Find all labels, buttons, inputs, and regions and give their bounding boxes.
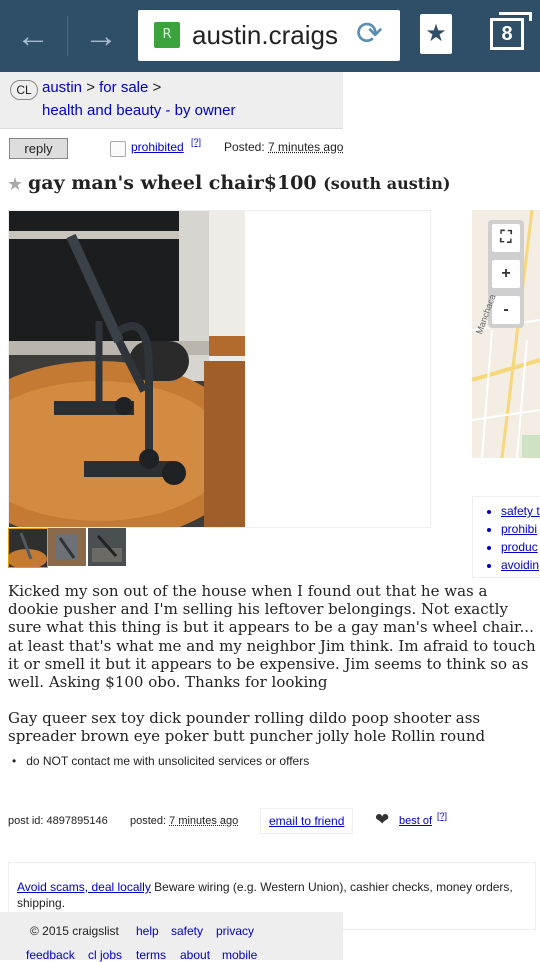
posted-date: Posted: 7 minutes ago [224, 140, 343, 154]
flag-prohibited-checkbox[interactable] [110, 141, 126, 157]
best-of-link[interactable]: best of [399, 815, 432, 827]
bookmark-star-button[interactable]: ★ [420, 14, 452, 54]
breadcrumb-separator: > [152, 79, 162, 96]
zoom-in-button[interactable]: + [492, 260, 520, 288]
map-controls: ⛶ + - [488, 220, 524, 328]
posting-body-paragraph: Kicked my son out of the house when I fo… [8, 582, 536, 692]
safety-link[interactable]: prohibi [501, 520, 540, 538]
heart-icon[interactable]: ❤ [375, 810, 389, 830]
breadcrumb-section-link[interactable]: for sale [99, 79, 148, 96]
footer-link-privacy[interactable]: privacy [216, 924, 254, 938]
main-photo[interactable] [9, 211, 245, 527]
toolbar-divider [67, 16, 68, 56]
safety-link[interactable]: safety t [501, 502, 540, 520]
thumbnail-drawing [88, 528, 126, 566]
image-gallery [8, 210, 431, 528]
flag-prohibited-link[interactable]: prohibited [131, 140, 184, 154]
forward-arrow-icon[interactable]: → [84, 0, 118, 72]
posting-title-text: gay man's wheel chair [28, 172, 264, 194]
bookmark-star-icon: ★ [425, 20, 447, 47]
reply-button[interactable]: reply [9, 138, 68, 159]
location-map[interactable]: ⛶ + - Manchaca [472, 210, 540, 458]
posting-price: $100 [263, 172, 317, 194]
site-footer: © 2015 craigslist help safety privacy fe… [0, 912, 343, 962]
posted-label: posted: [130, 815, 167, 827]
footer-link-safety[interactable]: safety [171, 924, 203, 938]
thumbnail-drawing [9, 529, 47, 567]
tab-switcher-button[interactable]: 8 [490, 12, 532, 50]
site-favicon-icon: R [154, 22, 180, 48]
avoid-scams-link[interactable]: Avoid scams, deal locally [17, 880, 151, 894]
copyright: © 2015 craigslist [30, 924, 119, 938]
posted-time: 7 minutes ago [169, 815, 239, 827]
safety-link[interactable]: avoidin [501, 556, 540, 574]
photo-thumbnail[interactable] [48, 528, 86, 566]
footer-link-help[interactable]: help [136, 924, 159, 938]
scam-warning-text: Avoid scams, deal locally Beware wiring … [17, 879, 529, 911]
favorite-star-icon[interactable]: ★ [7, 174, 23, 195]
posted-time: 7 minutes ago [268, 140, 344, 154]
reload-icon[interactable]: ⟳ [356, 14, 383, 52]
posted-date-footer: posted: 7 minutes ago [130, 815, 238, 827]
safety-links-list: safety t prohibi produc avoidin [472, 496, 540, 578]
safety-link[interactable]: produc [501, 538, 540, 556]
thumbnail-drawing [48, 528, 86, 566]
posting-location: (south austin) [323, 174, 451, 193]
url-text[interactable]: austin.craigs [192, 20, 350, 51]
address-bar[interactable]: R austin.craigs ⟳ [138, 10, 400, 61]
posting-title: gay man's wheel chair$100 (south austin) [28, 172, 450, 194]
email-to-friend-link[interactable]: email to friend [260, 808, 354, 834]
browser-toolbar: ← → R austin.craigs ⟳ ★ 8 [0, 0, 540, 72]
contact-notice: do NOT contact me with unsolicited servi… [12, 754, 309, 768]
breadcrumb-row: austin > for sale > [42, 79, 161, 96]
post-id: post id: 4897895146 [8, 815, 108, 827]
prohibited-help-link[interactable]: [?] [191, 137, 201, 147]
main-photo-drawing [9, 211, 245, 527]
craigslist-logo[interactable]: CL [10, 80, 38, 100]
back-arrow-icon[interactable]: ← [16, 0, 50, 72]
photo-thumbnail[interactable] [88, 528, 126, 566]
posting-body-paragraph: Gay queer sex toy dick pounder rolling d… [8, 709, 486, 746]
best-of-help-link[interactable]: [?] [437, 811, 447, 821]
photo-thumbnail[interactable] [8, 528, 48, 568]
breadcrumb-city-link[interactable]: austin [42, 79, 82, 96]
posted-label: Posted: [224, 140, 265, 154]
fullscreen-icon[interactable]: ⛶ [492, 224, 520, 252]
breadcrumb-category-link[interactable]: health and beauty - by owner [42, 102, 235, 119]
breadcrumb-separator: > [86, 79, 100, 96]
breadcrumb: CL austin > for sale > health and beauty… [0, 72, 343, 129]
